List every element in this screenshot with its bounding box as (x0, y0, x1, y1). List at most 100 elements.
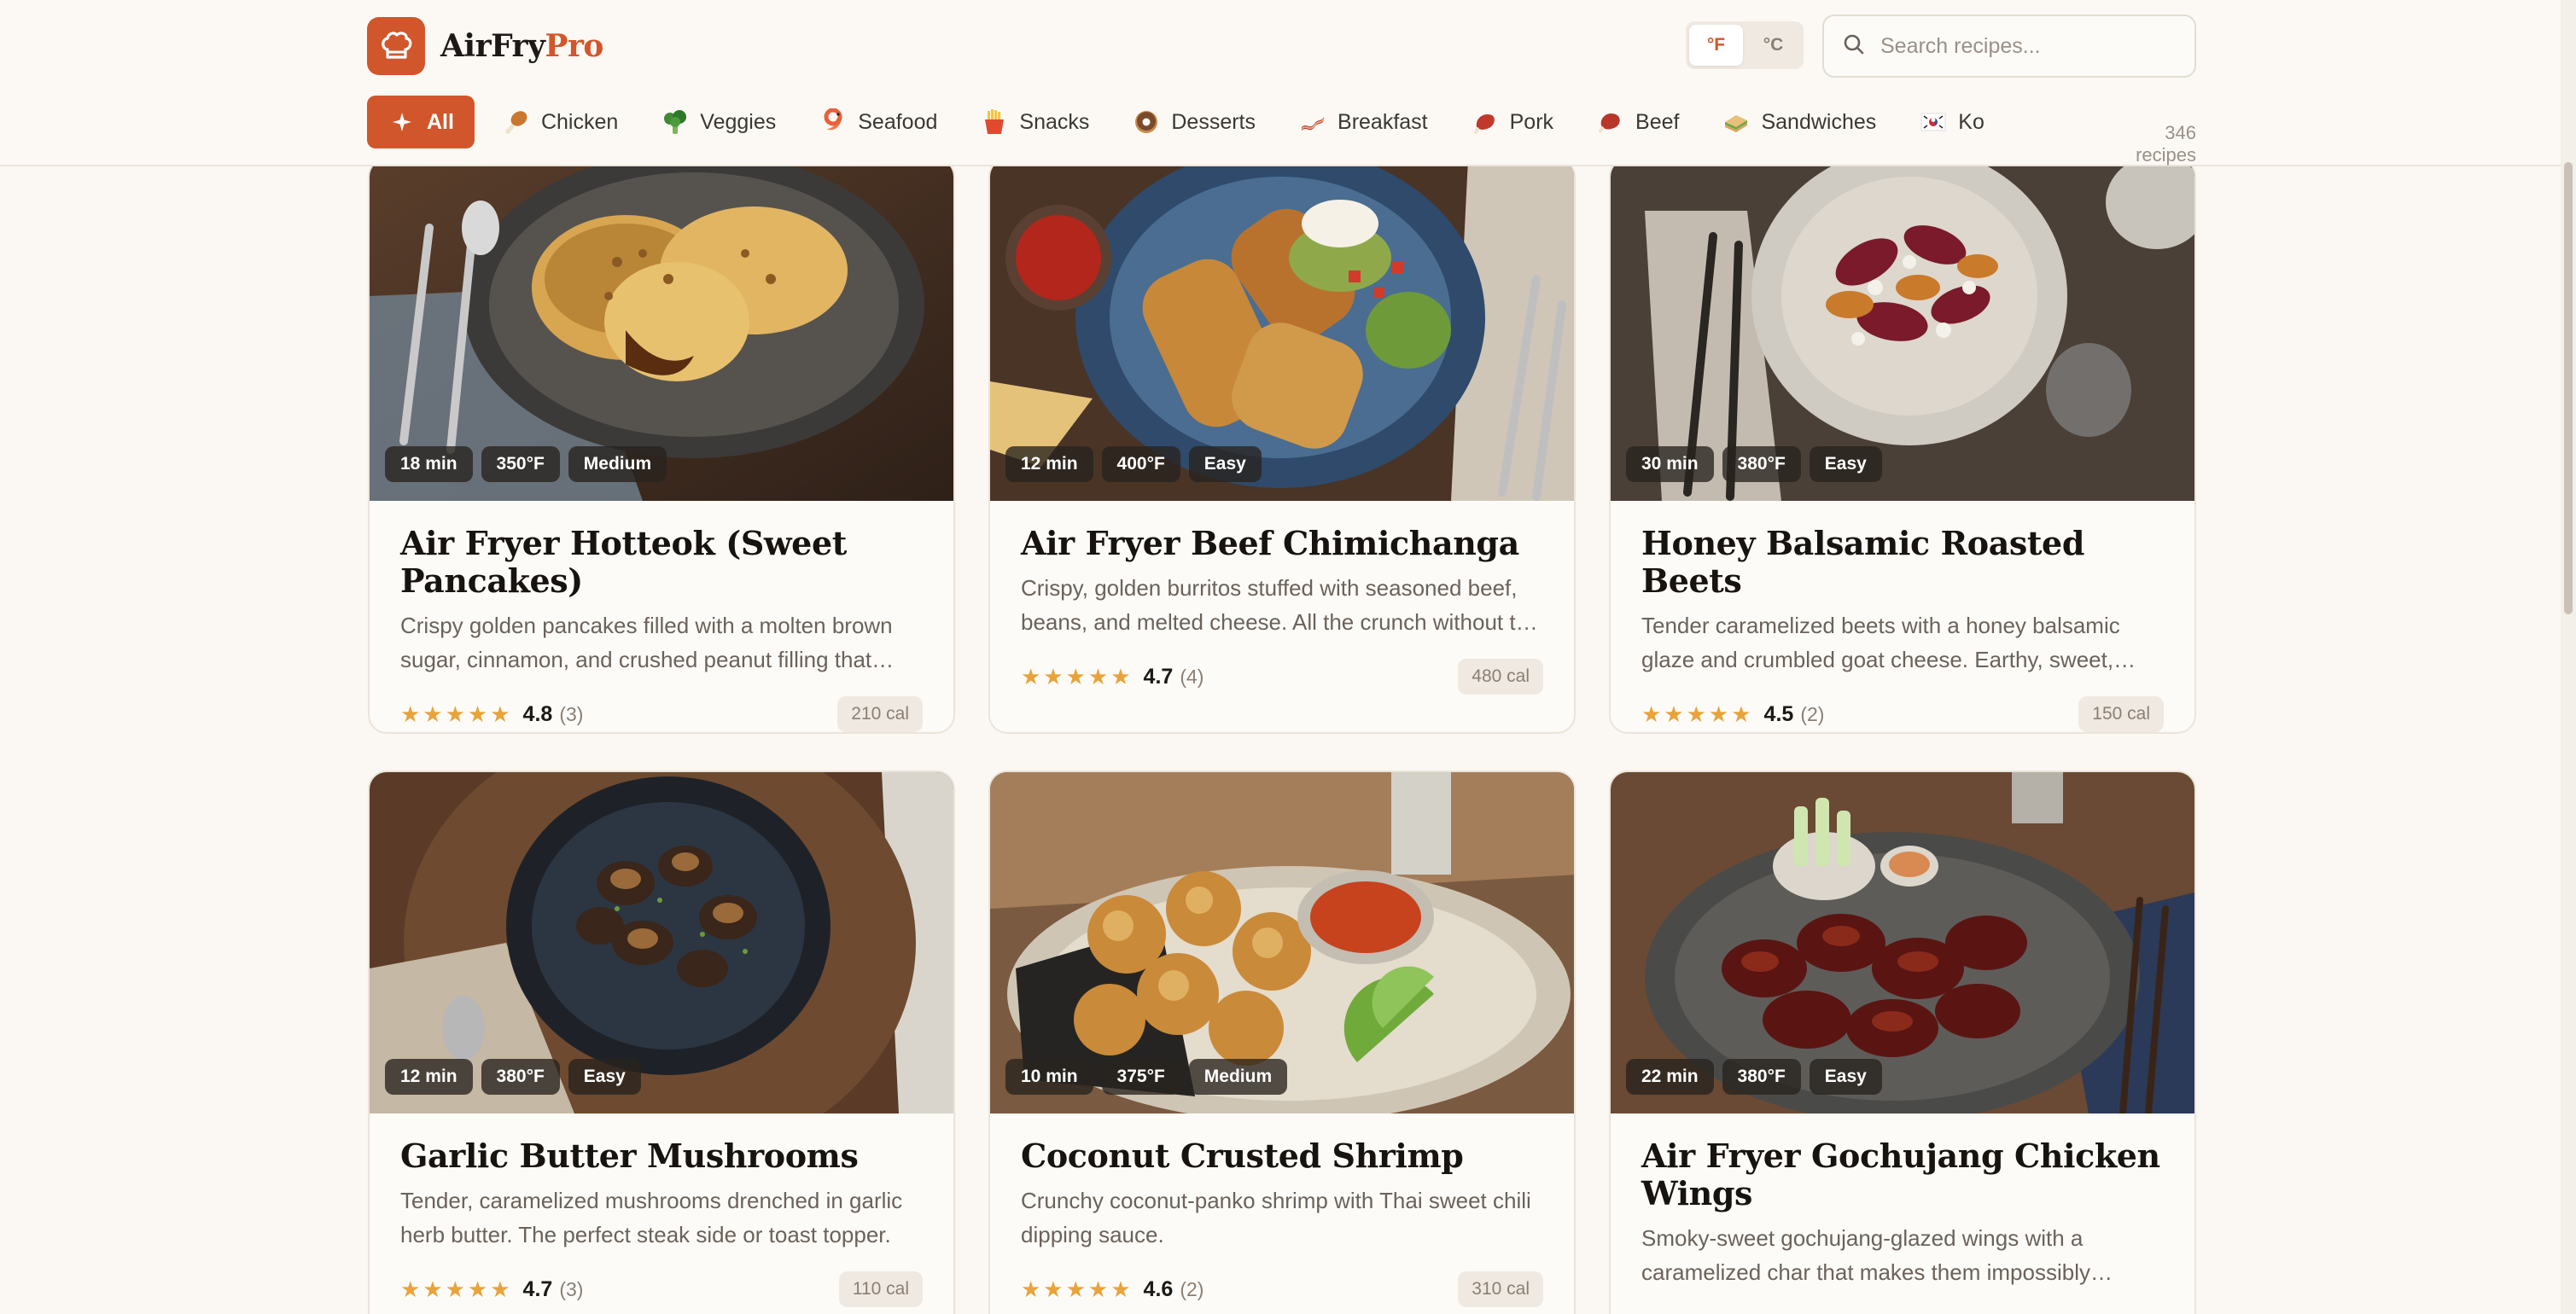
category-snacks[interactable]: Snacks (965, 96, 1104, 148)
category-beef[interactable]: Beef (1581, 96, 1694, 148)
difficulty-badge: Easy (1809, 446, 1882, 482)
category-label: Pork (1509, 109, 1554, 134)
recipe-rating: ★★★★★ 4.7 (3) (400, 1276, 583, 1303)
category-label: Desserts (1171, 109, 1256, 134)
category-label: Breakfast (1338, 109, 1428, 134)
search-icon (1843, 33, 1865, 60)
app-name-part1: AirFry (440, 28, 545, 64)
app-logo[interactable]: AirFryPro (367, 17, 603, 75)
sandwich-icon (1722, 108, 1751, 137)
recipe-rating: ★★★★★ 4.8 (3) (400, 701, 583, 728)
recipe-description: Crispy, golden burritos stuffed with sea… (1021, 575, 1541, 635)
time-badge: 12 min (1005, 446, 1093, 482)
category-label: Snacks (1019, 109, 1090, 134)
category-sandwiches[interactable]: Sandwiches (1706, 96, 1891, 148)
difficulty-badge: Medium (1188, 1059, 1288, 1095)
recipe-description: Crispy golden pancakes filled with a mol… (400, 613, 893, 672)
recipe-title: Honey Balsamic Roasted Beets (1641, 524, 2085, 600)
recipe-card[interactable]: 12 min 380°F Easy Garlic Butter Mushroom… (368, 770, 955, 1314)
category-korean[interactable]: Ko (1903, 96, 2000, 148)
recipe-card[interactable]: 18 min 350°F Medium Air Fryer Hotteok (S… (368, 158, 955, 734)
recipe-card[interactable]: 30 min 380°F Easy Honey Balsamic Roasted… (1609, 158, 2196, 734)
recipe-card[interactable]: 22 min 380°F Easy Air Fryer Gochujang Ch… (1609, 770, 2196, 1314)
recipe-image: 12 min 380°F Easy (370, 772, 953, 1113)
category-chicken[interactable]: Chicken (487, 96, 633, 148)
recipe-card[interactable]: 10 min 375°F Medium Coconut Crusted Shri… (988, 770, 1576, 1314)
star-rating-icon: ★★★★★ (1021, 1276, 1134, 1302)
rating-count: (2) (1800, 702, 1825, 725)
temperature-unit-toggle: °F °C (1686, 21, 1804, 69)
recipe-title: Coconut Crusted Shrimp (1021, 1137, 1464, 1175)
fahrenheit-button[interactable]: °F (1689, 25, 1743, 66)
temperature-badge: 380°F (1722, 1059, 1801, 1095)
temperature-badge: 400°F (1101, 446, 1180, 482)
recipe-title: Air Fryer Gochujang Chicken Wings (1641, 1137, 2160, 1212)
category-desserts[interactable]: Desserts (1116, 96, 1271, 148)
time-badge: 12 min (385, 1059, 473, 1095)
recipe-rating: ★★★★★ 4.6 (2) (1021, 1276, 1203, 1303)
star-rating-icon: ★★★★★ (400, 701, 513, 727)
recipe-image: 10 min 375°F Medium (990, 772, 1574, 1113)
recipe-image: 30 min 380°F Easy (1611, 160, 2194, 501)
calories-badge: 310 cal (1458, 1271, 1543, 1307)
rating-count: (3) (559, 702, 584, 725)
recipe-badges: 10 min 375°F Medium (1005, 1059, 1288, 1095)
donut-icon (1132, 108, 1161, 137)
recipe-badges: 22 min 380°F Easy (1626, 1059, 1882, 1095)
temperature-badge: 380°F (1722, 446, 1801, 482)
korea-flag-icon (1919, 108, 1948, 137)
broccoli-icon (661, 108, 690, 137)
search-box[interactable] (1822, 15, 2196, 78)
pork-icon (1471, 108, 1500, 137)
calories-badge: 110 cal (838, 1271, 923, 1307)
recipe-title: Air Fryer Beef Chimichanga (1021, 524, 1519, 562)
rating-value: 4.7 (1143, 664, 1174, 689)
recipe-description: Crunchy coconut-panko shrimp with Thai s… (1021, 1188, 1531, 1247)
category-breakfast[interactable]: Breakfast (1283, 96, 1443, 148)
search-input[interactable] (1880, 33, 2176, 59)
difficulty-badge: Easy (568, 1059, 641, 1095)
rating-count: (2) (1180, 1277, 1204, 1300)
recipe-rating: ★★★★★ 4.7 (4) (1021, 664, 1203, 690)
recipe-rating: ★★★★★ 4.5 (2) (1641, 701, 1824, 728)
difficulty-badge: Easy (1809, 1059, 1882, 1095)
category-veggies[interactable]: Veggies (645, 96, 791, 148)
rating-value: 4.5 (1763, 701, 1794, 726)
time-badge: 22 min (1626, 1059, 1714, 1095)
difficulty-badge: Easy (1188, 446, 1262, 482)
star-rating-icon: ★★★★★ (400, 1276, 513, 1302)
chef-hat-icon (367, 17, 425, 75)
calories-badge: 150 cal (2078, 696, 2164, 732)
recipe-count: 346 recipes (2136, 122, 2196, 166)
category-pork[interactable]: Pork (1455, 96, 1569, 148)
category-seafood[interactable]: Seafood (803, 96, 953, 148)
temperature-badge: 380°F (481, 1059, 560, 1095)
recipe-badges: 30 min 380°F Easy (1626, 446, 1882, 482)
time-badge: 30 min (1626, 446, 1714, 482)
top-header: AirFryPro °F °C All Chicken Veggies Seaf… (0, 0, 2561, 166)
category-label: All (427, 109, 454, 134)
app-name-part2: Pro (545, 28, 603, 64)
recipe-title: Air Fryer Hotteok (Sweet Pancakes) (400, 524, 847, 600)
recipe-image: 18 min 350°F Medium (370, 160, 953, 501)
recipe-image: 22 min 380°F Easy (1611, 772, 2194, 1113)
category-all[interactable]: All (367, 96, 475, 148)
celsius-button[interactable]: °C (1746, 25, 1800, 66)
scrollbar-thumb[interactable] (2564, 162, 2573, 614)
rating-value: 4.8 (522, 701, 553, 726)
fries-icon (980, 108, 1009, 137)
recipe-description: Smoky-sweet gochujang-glazed wings with … (1641, 1225, 2090, 1285)
recipe-title: Garlic Butter Mushrooms (400, 1137, 859, 1175)
star-rating-icon: ★★★★★ (1021, 663, 1134, 689)
app-name: AirFryPro (440, 28, 603, 64)
star-rating-icon: ★★★★★ (1641, 701, 1754, 727)
recipe-image: 12 min 400°F Easy (990, 160, 1574, 501)
bacon-icon (1298, 108, 1327, 137)
time-badge: 18 min (385, 446, 473, 482)
rating-value: 4.6 (1143, 1276, 1174, 1301)
recipe-card[interactable]: 12 min 400°F Easy Air Fryer Beef Chimich… (988, 158, 1576, 734)
category-label: Seafood (858, 109, 938, 134)
category-label: Beef (1635, 109, 1680, 134)
steak-icon (1596, 108, 1625, 137)
recipe-badges: 12 min 380°F Easy (385, 1059, 641, 1095)
